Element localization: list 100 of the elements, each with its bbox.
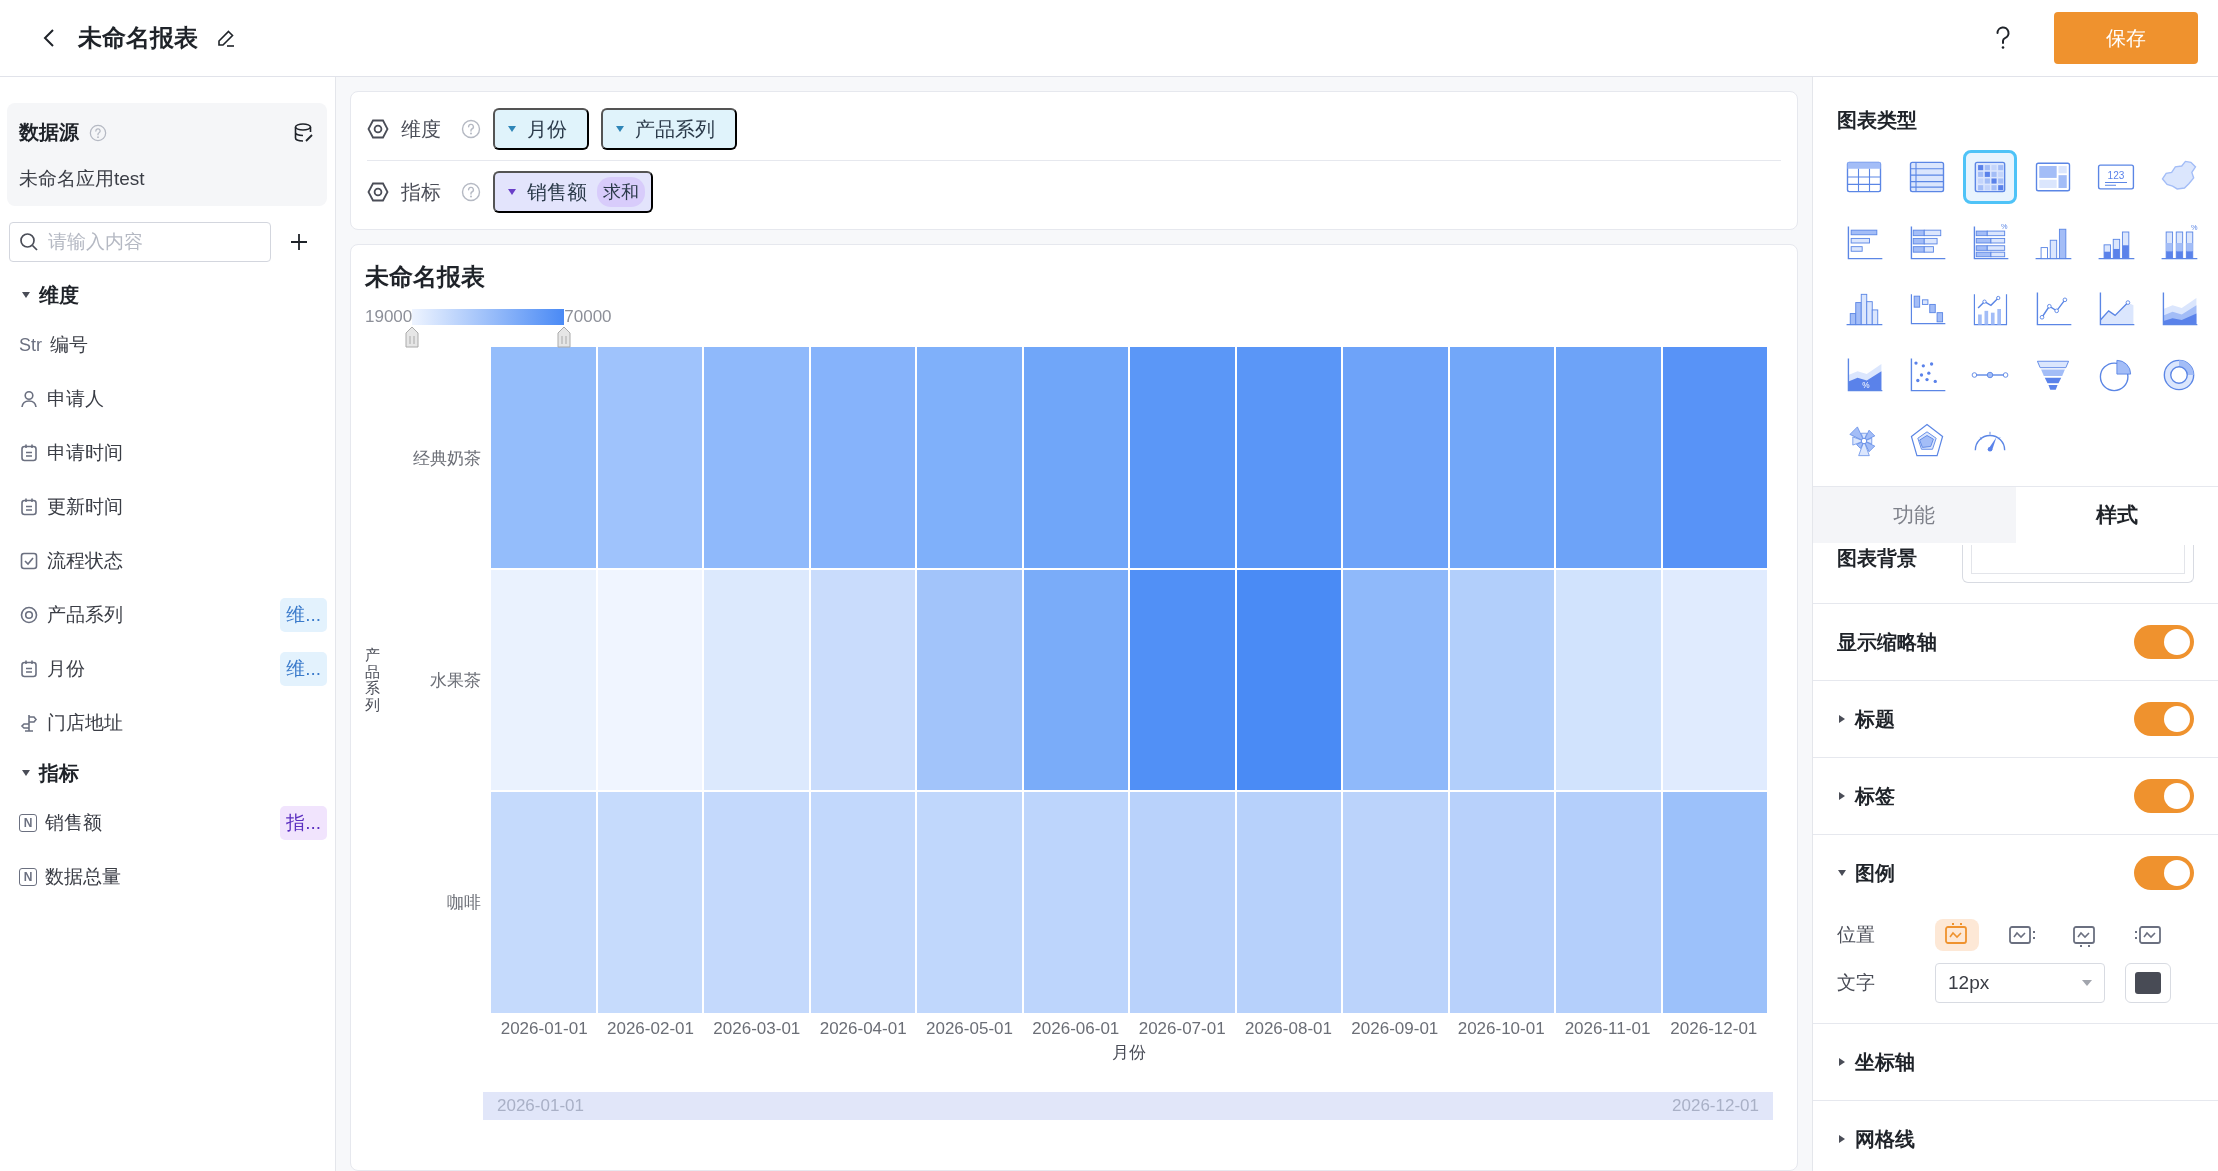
heatmap-cell[interactable] bbox=[1662, 347, 1767, 568]
caret-icon bbox=[507, 124, 517, 134]
axis-label: 2026-02-01 bbox=[606, 1019, 695, 1039]
heatmap-cell[interactable] bbox=[597, 347, 702, 568]
heatmap-cell[interactable] bbox=[1236, 792, 1341, 1013]
setting-label: 图例 bbox=[1855, 860, 1896, 886]
field-label[interactable]: 编号 bbox=[50, 332, 327, 358]
heatmap-cell[interactable] bbox=[810, 347, 915, 568]
caret-icon[interactable] bbox=[1837, 868, 1847, 878]
string-type-label: Str bbox=[19, 334, 42, 356]
heatmap-cell[interactable] bbox=[704, 569, 809, 791]
heatmap-cell[interactable] bbox=[1130, 792, 1235, 1013]
heatmap-cell[interactable] bbox=[1343, 569, 1448, 791]
heatmap-cell[interactable] bbox=[1449, 569, 1554, 791]
field-usage-tag: 指... bbox=[280, 806, 327, 840]
heatmap-cell[interactable] bbox=[1130, 569, 1235, 791]
scale-max-label: 70000 bbox=[564, 307, 612, 327]
heatmap-cell[interactable] bbox=[1556, 569, 1661, 791]
field-chip[interactable]: 产品系列 bbox=[601, 108, 737, 150]
legend-position-option[interactable] bbox=[1935, 919, 1979, 951]
heatmap-cell[interactable] bbox=[1023, 792, 1128, 1013]
caret-icon[interactable] bbox=[1837, 714, 1847, 724]
setting-label: 网格线 bbox=[1855, 1126, 1916, 1152]
help-icon[interactable] bbox=[1994, 26, 2012, 50]
color-scale-bar[interactable] bbox=[412, 309, 565, 325]
calendar-icon bbox=[19, 443, 39, 463]
radio-icon bbox=[19, 605, 39, 625]
field-label[interactable]: 月份 bbox=[47, 656, 273, 682]
heatmap-cell[interactable] bbox=[1449, 347, 1554, 568]
range-end-label: 2026-12-01 bbox=[1672, 1096, 1759, 1116]
heatmap-cell[interactable] bbox=[1236, 569, 1341, 791]
edit-icon[interactable] bbox=[216, 28, 236, 48]
heatmap-cell[interactable] bbox=[1343, 347, 1448, 568]
color-swatch[interactable] bbox=[2125, 963, 2171, 1003]
heatmap-cell[interactable] bbox=[704, 347, 809, 568]
heatmap-cell[interactable] bbox=[1236, 347, 1341, 568]
heatmap-cell[interactable] bbox=[917, 569, 1022, 791]
field-chip[interactable]: 销售额 求和 bbox=[493, 171, 653, 213]
add-icon[interactable] bbox=[289, 232, 309, 252]
heatmap-cell[interactable] bbox=[491, 569, 596, 791]
heatmap-cell[interactable] bbox=[917, 792, 1022, 1013]
hexagon-icon bbox=[367, 181, 389, 203]
chart-type-option[interactable] bbox=[1963, 150, 2017, 204]
field-label[interactable]: 门店地址 bbox=[47, 710, 327, 736]
field-usage-tag: 维... bbox=[280, 598, 327, 632]
caret-icon[interactable] bbox=[1837, 1134, 1847, 1144]
field-label[interactable]: 数据总量 bbox=[45, 864, 327, 890]
datasource-name: 未命名应用test bbox=[19, 167, 146, 191]
heatmap-cell[interactable] bbox=[1662, 569, 1767, 791]
caret-icon[interactable] bbox=[21, 290, 31, 300]
caret-icon bbox=[615, 124, 625, 134]
group-label: 指标 bbox=[39, 760, 79, 786]
heatmap-cell[interactable] bbox=[1343, 792, 1448, 1013]
heatmap-cell[interactable] bbox=[1023, 569, 1128, 791]
heatmap-cell[interactable] bbox=[1556, 347, 1661, 568]
heatmap-cell[interactable] bbox=[597, 792, 702, 1013]
field-chip[interactable]: 月份 bbox=[493, 108, 589, 150]
setting-label: 显示缩略轴 bbox=[1837, 629, 1938, 655]
heatmap-cell[interactable] bbox=[1130, 347, 1235, 568]
axis-label: 2026-12-01 bbox=[1669, 1019, 1759, 1039]
caret-icon[interactable] bbox=[21, 768, 31, 778]
field-label[interactable]: 申请时间 bbox=[47, 440, 327, 466]
axis-label: 咖啡 bbox=[446, 891, 482, 914]
search-field[interactable]: 请输入内容 bbox=[9, 222, 271, 262]
font-size-select[interactable]: 12px bbox=[1935, 963, 2105, 1003]
heatmap-cell[interactable] bbox=[704, 792, 809, 1013]
number-type-icon: N bbox=[19, 868, 37, 886]
toggle-switch[interactable] bbox=[2134, 625, 2194, 659]
heatmap-cell[interactable] bbox=[810, 569, 915, 791]
caret-icon[interactable] bbox=[1837, 1057, 1847, 1067]
checkbox-icon bbox=[19, 551, 39, 571]
field-label[interactable]: 更新时间 bbox=[47, 494, 327, 520]
heatmap-cell[interactable] bbox=[1023, 347, 1128, 568]
toggle-switch[interactable] bbox=[2134, 779, 2194, 813]
user-icon bbox=[19, 389, 39, 409]
toggle-switch[interactable] bbox=[2134, 702, 2194, 736]
toggle-switch[interactable] bbox=[2134, 856, 2194, 890]
color-field[interactable] bbox=[1962, 545, 2194, 583]
heatmap-cell[interactable] bbox=[1449, 792, 1554, 1013]
heatmap-cell[interactable] bbox=[597, 569, 702, 791]
axis-label: 2026-04-01 bbox=[818, 1019, 908, 1039]
panel-tab[interactable]: 功能 bbox=[1813, 487, 2016, 543]
axis-label: 2026-09-01 bbox=[1350, 1019, 1440, 1039]
heatmap-cell[interactable] bbox=[917, 347, 1022, 568]
field-label[interactable]: 申请人 bbox=[47, 386, 327, 412]
signpost-icon bbox=[19, 713, 39, 733]
axis-label: 2026-01-01 bbox=[499, 1019, 589, 1039]
heatmap-cell[interactable] bbox=[1662, 792, 1767, 1013]
heatmap-cell[interactable] bbox=[491, 347, 596, 568]
database-icon[interactable] bbox=[293, 121, 315, 144]
slider-handle-icon[interactable] bbox=[557, 326, 572, 348]
heatmap-cell[interactable] bbox=[491, 792, 596, 1013]
field-label[interactable]: 流程状态 bbox=[47, 548, 327, 574]
field-label[interactable]: 销售额 bbox=[45, 810, 273, 836]
caret-icon[interactable] bbox=[1837, 791, 1847, 801]
slider-handle-icon[interactable] bbox=[405, 326, 420, 348]
heatmap-cell[interactable] bbox=[810, 792, 915, 1013]
field-label[interactable]: 产品系列 bbox=[47, 602, 273, 628]
heatmap-cell[interactable] bbox=[1556, 792, 1661, 1013]
setting-label: 坐标轴 bbox=[1855, 1049, 1916, 1075]
